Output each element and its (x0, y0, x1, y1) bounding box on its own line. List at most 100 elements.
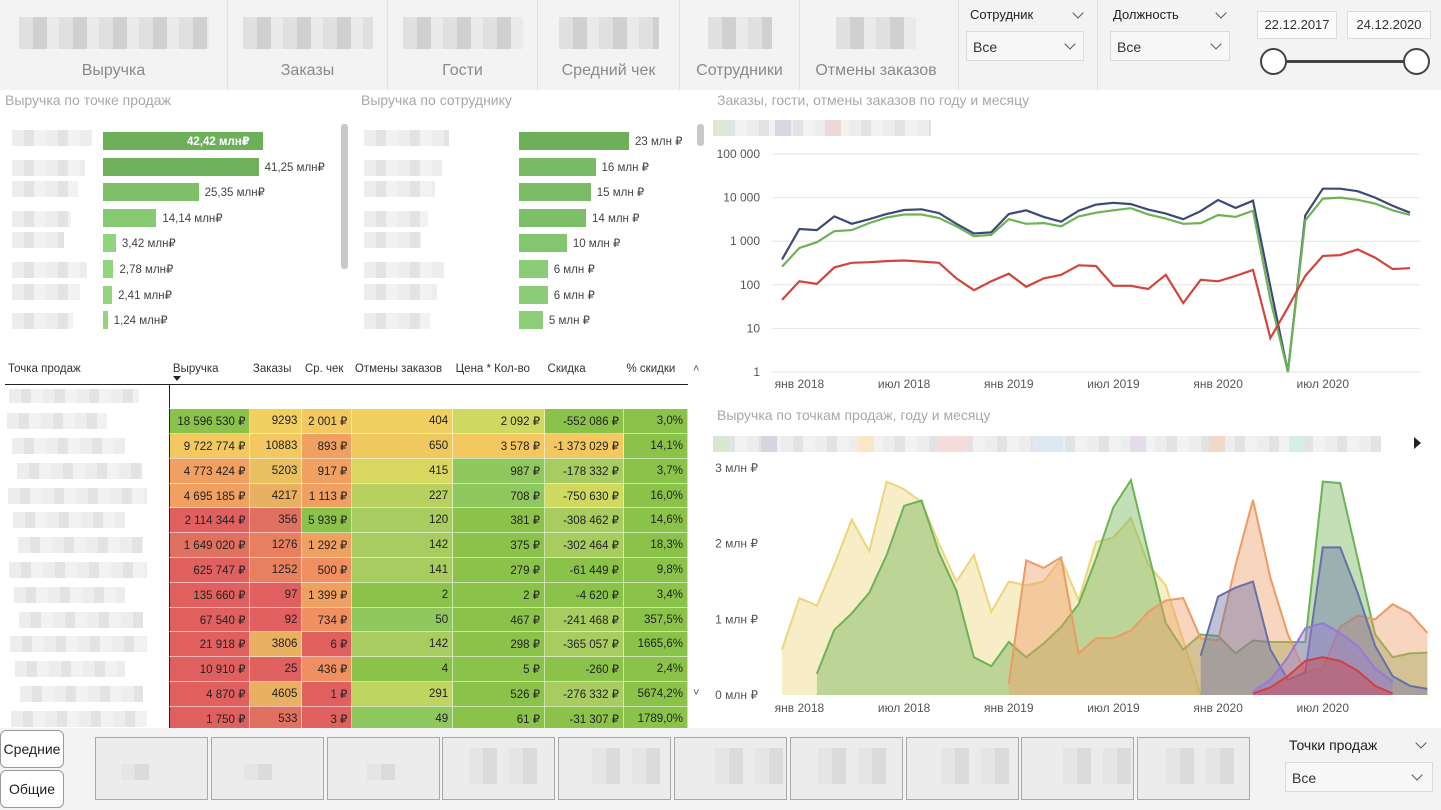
table-scrollbar[interactable]: ˄ ˅ (691, 357, 705, 707)
bar-row[interactable]: 1,24 млн₽ (0, 311, 340, 330)
column-header[interactable]: Отмены заказов (351, 355, 453, 385)
table-row[interactable]: 2 114 344 ₽356 5 939 ₽120 381 ₽ -308 462 ₽1… (5, 507, 688, 534)
bar-row[interactable]: 2,78 млн₽ (0, 260, 340, 278)
kpi-average-check[interactable]: Средний чек (538, 0, 680, 90)
table-row[interactable]: 1 649 020 ₽1276 1 292 ₽142 375 ₽ -302 464 ₽… (5, 532, 688, 559)
column-header[interactable]: Скидка (544, 355, 624, 385)
bar[interactable] (103, 183, 199, 202)
bar[interactable] (103, 285, 113, 304)
column-header[interactable]: Заказы (249, 355, 302, 385)
kpi-revenue[interactable]: Выручка (0, 0, 228, 90)
bottom-kpi-card[interactable] (558, 737, 672, 800)
line-series[interactable] (781, 248, 1411, 341)
bar[interactable] (103, 311, 108, 330)
bar-row[interactable]: 42,42 млн₽ (0, 130, 340, 150)
bar[interactable] (519, 132, 629, 150)
table-row[interactable]: 135 660 ₽97 1 399 ₽2 2 ₽ -4 620 ₽3,4% (5, 582, 688, 608)
kpi-guests[interactable]: Гости (388, 0, 538, 90)
bottom-kpi-card[interactable] (674, 737, 787, 800)
legend-next-icon[interactable] (1414, 437, 1421, 449)
bar[interactable] (519, 183, 591, 202)
bar-row[interactable]: 3,42 млн₽ (0, 232, 340, 253)
line-series[interactable] (781, 187, 1411, 373)
table-row[interactable]: 625 747 ₽1252 500 ₽141 279 ₽ -61 449 ₽9,8% (5, 557, 688, 583)
bar[interactable] (103, 208, 157, 227)
chevron-down-icon[interactable] (1072, 7, 1084, 19)
bar-row[interactable]: 6 млн ₽ (356, 283, 696, 304)
bar[interactable] (519, 260, 548, 278)
kpi-employees[interactable]: Сотрудники (680, 0, 800, 90)
column-header[interactable]: Точка продаж (5, 355, 170, 385)
table-row[interactable]: 21 918 ₽3806 6 ₽142 298 ₽ -365 057 ₽1665,6% (5, 631, 688, 658)
table-row[interactable]: 10 910 ₽25 436 ₽4 5 ₽ -260 ₽2,4% (5, 656, 688, 683)
y-tick-label: 3 млн ₽ (715, 461, 758, 475)
chevron-down-icon[interactable] (1215, 7, 1227, 19)
points-dropdown[interactable]: Все (1285, 762, 1433, 792)
bottom-kpi-card[interactable] (1137, 737, 1251, 800)
bar-row[interactable]: 16 млн ₽ (356, 157, 696, 176)
bottom-kpi-card[interactable] (789, 737, 903, 800)
bar-row[interactable]: 14,14 млн₽ (0, 208, 340, 227)
kpi-orders[interactable]: Заказы (228, 0, 388, 90)
bar-row[interactable]: 2,41 млн₽ (0, 283, 340, 304)
column-header[interactable]: Ср. чек (301, 355, 352, 385)
bar[interactable] (103, 234, 116, 253)
bar[interactable] (519, 208, 586, 227)
table-row[interactable]: 4 773 424 ₽5203 917 ₽415 987 ₽ -178 332 ₽3,… (5, 458, 688, 484)
table-row[interactable]: 67 540 ₽92 734 ₽50 467 ₽ -241 468 ₽357,5% (5, 607, 688, 633)
legend-swatch (858, 436, 874, 452)
bar-row[interactable]: 15 млн ₽ (356, 181, 696, 202)
kpi-label: Отмены заказов (815, 62, 937, 79)
column-header[interactable]: Цена * Кол-во (452, 355, 545, 385)
bar-row[interactable]: 5 млн ₽ (356, 311, 696, 330)
bottom-kpi-card[interactable] (905, 737, 1019, 800)
chevron-down-icon[interactable] (1415, 737, 1427, 749)
bottom-kpi-card[interactable] (210, 737, 324, 800)
bar-row[interactable]: 14 млн ₽ (356, 208, 696, 227)
revenue-by-point-title: Выручка по точке продаж (5, 92, 171, 108)
bottom-kpi-card[interactable] (326, 737, 440, 800)
scroll-up-icon[interactable]: ˄ (693, 363, 699, 375)
bar-row[interactable]: 41,25 млн₽ (0, 157, 340, 176)
bar-row[interactable]: 23 млн ₽ (356, 130, 696, 150)
table-cell: 415 (351, 458, 454, 484)
table-cell: 14,6% (623, 507, 688, 534)
table-row[interactable]: 18 596 530 ₽9293 2 001 ₽404 2 092 ₽ -552 08… (5, 408, 688, 435)
bar[interactable] (519, 234, 567, 253)
column-header[interactable]: % скидки (623, 355, 688, 385)
bottom-kpi-card[interactable] (442, 737, 556, 800)
totals-button[interactable]: Общие (0, 770, 64, 808)
table-row[interactable]: 4 695 185 ₽4217 1 113 ₽227 708 ₽ -750 630 ₽… (5, 483, 688, 509)
column-header[interactable]: Выручка (169, 355, 250, 385)
scrollbar[interactable] (697, 124, 704, 146)
bar-category-placeholder (12, 181, 78, 198)
employee-dropdown[interactable]: Все (966, 31, 1084, 61)
kpi-cancellations[interactable]: Отмены заказов (800, 0, 952, 90)
slider-start-handle[interactable] (1260, 48, 1287, 75)
bar-row[interactable]: 25,35 млн₽ (0, 181, 340, 202)
table-row[interactable]: 4 870 ₽4605 1 ₽291 526 ₽ -276 332 ₽5674,2% (5, 681, 688, 707)
bar[interactable] (519, 311, 543, 330)
bottom-kpi-card[interactable] (95, 737, 208, 800)
bar[interactable] (103, 157, 259, 176)
bottom-kpi-card[interactable] (1021, 737, 1135, 800)
bar[interactable] (519, 285, 548, 304)
position-dropdown[interactable]: Все (1110, 31, 1230, 61)
table-cell: 4217 (249, 483, 303, 509)
table-cell: 291 (351, 681, 454, 707)
date-from-input[interactable]: 22.12.2017 (1257, 11, 1337, 39)
date-to-input[interactable]: 24.12.2020 (1347, 11, 1431, 39)
row-name-placeholder (5, 483, 171, 509)
bar[interactable] (103, 260, 114, 278)
bar-label: 41,25 млн₽ (264, 161, 325, 174)
scroll-down-icon[interactable]: ˅ (693, 687, 699, 699)
table-row[interactable]: 9 722 774 ₽10883 893 ₽650 3 578 ₽ -1 373 02… (5, 433, 688, 459)
slider-end-handle[interactable] (1403, 48, 1430, 75)
bar-row[interactable]: 6 млн ₽ (356, 260, 696, 278)
dashboard: { "kpis": [ {"label": "Выручка"}, {"labe… (0, 0, 1441, 810)
bar[interactable] (519, 157, 596, 176)
averages-button[interactable]: Средние (0, 730, 64, 768)
slider-track[interactable] (1273, 60, 1416, 63)
scrollbar[interactable] (341, 124, 348, 269)
bar-row[interactable]: 10 млн ₽ (356, 232, 696, 253)
